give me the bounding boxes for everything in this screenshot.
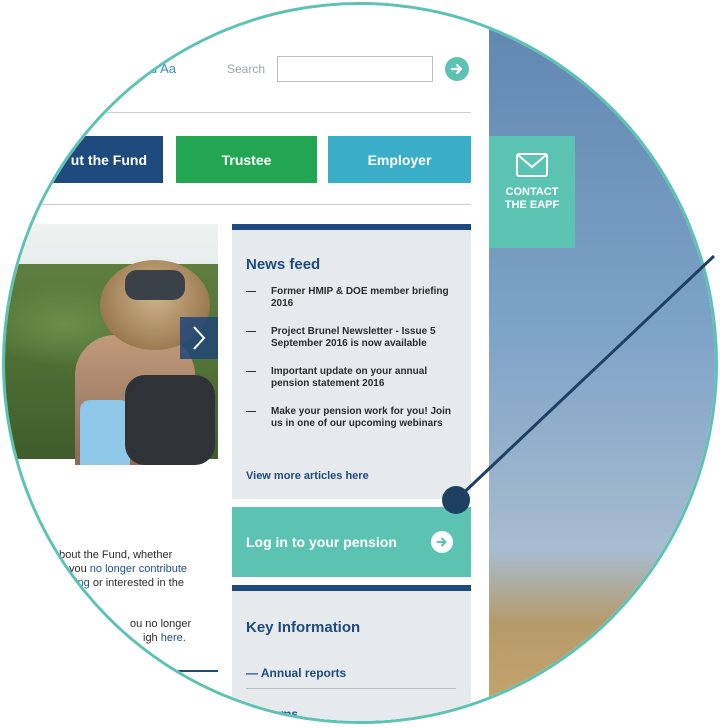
callout-pointer xyxy=(442,254,716,514)
